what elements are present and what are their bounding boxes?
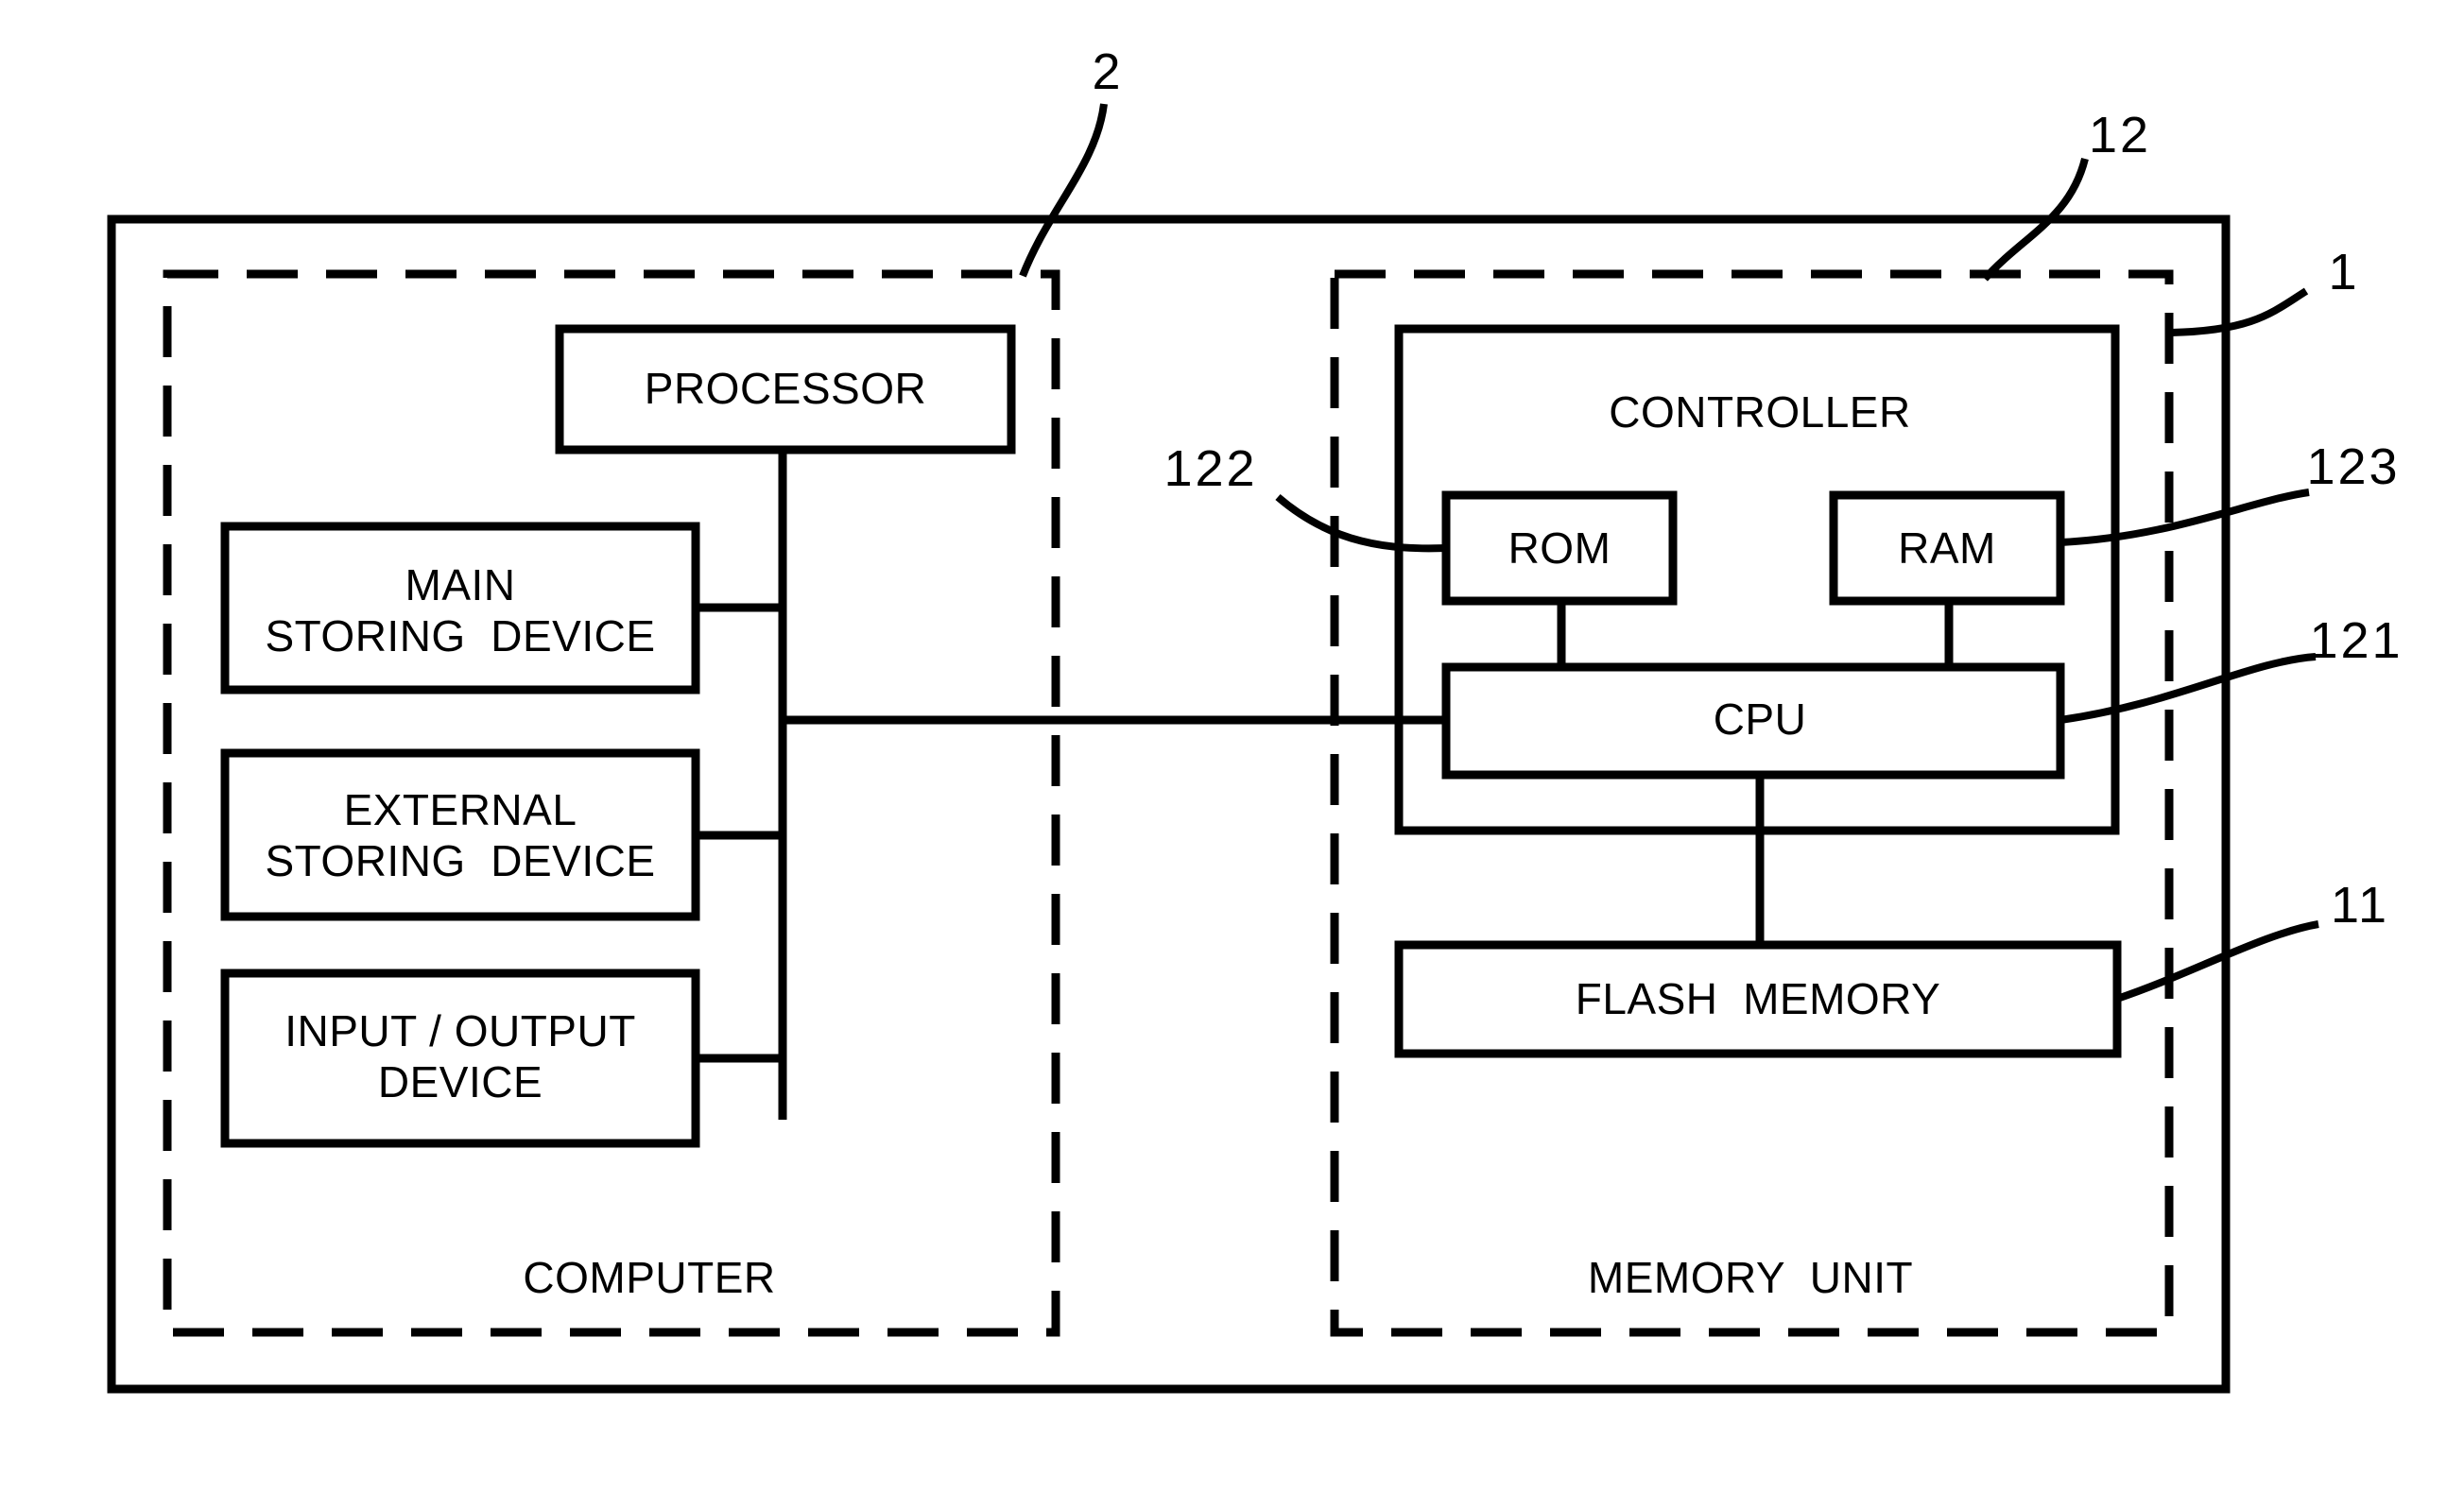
external-storing-device-label-line2: STORING DEVICE	[265, 836, 656, 886]
external-storing-device-block	[220, 748, 700, 921]
rom-label: ROM	[1508, 523, 1611, 574]
external-storing-device-label-line1: EXTERNAL	[343, 785, 577, 835]
patent-figure: PROCESSOR MAIN STORING DEVICE EXTERNAL S…	[0, 0, 2464, 1492]
leader-line-ram	[2059, 489, 2310, 546]
reference-numeral-computer: 2	[1092, 43, 1124, 100]
input-output-device-label-line2: DEVICE	[377, 1057, 543, 1107]
leader-line-system	[2170, 287, 2309, 336]
reference-numeral-controller: 12	[2088, 106, 2152, 163]
memory-unit-group-caption: MEMORY UNIT	[1587, 1253, 1914, 1303]
cpu-label: CPU	[1713, 695, 1807, 745]
flash-memory-label: FLASH MEMORY	[1575, 974, 1941, 1024]
leader-line-cpu	[2059, 653, 2317, 724]
diagram-canvas	[107, 103, 2319, 1394]
leader-line-rom	[1275, 493, 1447, 553]
reference-numeral-system: 1	[2328, 243, 2360, 300]
leader-line-computer	[1019, 103, 1108, 278]
main-storing-device-label-line1: MAIN	[405, 560, 516, 610]
reference-numeral-cpu: 121	[2309, 611, 2404, 669]
controller-label: CONTROLLER	[1609, 387, 1911, 437]
ram-label: RAM	[1898, 523, 1996, 574]
processor-label: PROCESSOR	[644, 364, 927, 414]
computer-group-caption: COMPUTER	[523, 1253, 776, 1303]
reference-numeral-ram: 123	[2306, 437, 2401, 495]
main-storing-device-label-line2: STORING DEVICE	[265, 611, 656, 661]
reference-numeral-flash-memory: 11	[2330, 876, 2390, 934]
reference-numeral-rom: 122	[1163, 439, 1258, 497]
input-output-device-label-line1: INPUT / OUTPUT	[284, 1006, 636, 1056]
leader-line-flash-memory	[2115, 920, 2319, 1003]
